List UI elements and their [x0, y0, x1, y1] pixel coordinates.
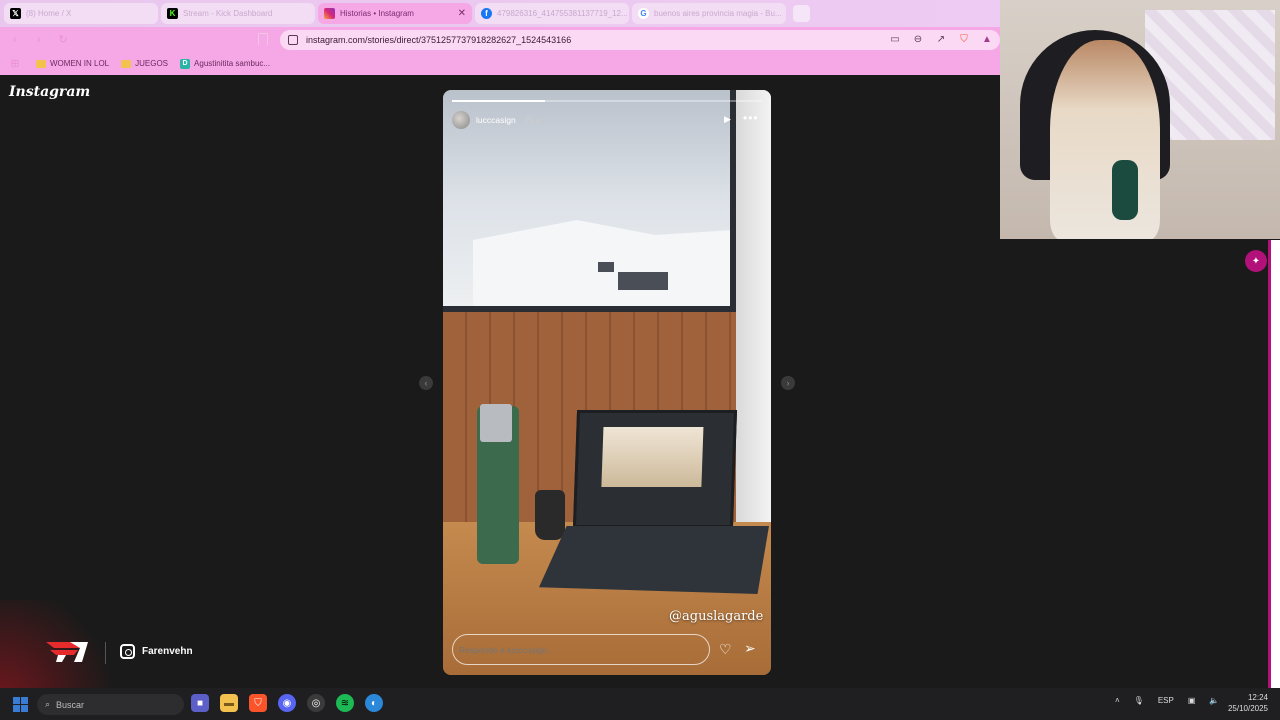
laptop-stream-view [601, 427, 704, 487]
tab-title: Stream - Kick Dashboard [183, 9, 273, 18]
clock-time: 12:24 [1247, 693, 1268, 702]
facebook-logo-icon: f [481, 8, 492, 19]
taskbar-search[interactable]: ⌕ Buscar [37, 694, 184, 715]
microphone [1112, 160, 1138, 220]
x-logo-icon: 𝕏 [10, 8, 21, 19]
obs-icon[interactable]: ◎ [307, 694, 325, 712]
avatar[interactable] [452, 111, 470, 129]
folder-icon [36, 59, 46, 68]
kick-logo-icon: K [167, 8, 178, 19]
tab-title: Historias • Instagram [340, 9, 414, 18]
edge-icon[interactable]: ◐ [365, 694, 383, 712]
instagram-handle-text: Farenvehn [142, 646, 193, 657]
files-icon[interactable]: ▬ [220, 694, 238, 712]
volume-icon[interactable]: 🔈 [1209, 696, 1219, 705]
teams-icon[interactable]: ■ [191, 694, 209, 712]
story-media[interactable]: @aguslagarde [443, 90, 771, 675]
play-icon[interactable]: ▶ [724, 114, 734, 124]
bookmark-agustinitita[interactable]: D Agustinitita sambuc... [180, 58, 271, 69]
bookmark-page-icon[interactable] [258, 33, 268, 45]
streamer [1050, 40, 1160, 239]
mate-cup [535, 490, 565, 540]
brave-shield-icon[interactable]: ⛉ [958, 33, 970, 45]
tab-bar: 𝕏 (8) Home / X K Stream - Kick Dashboard… [0, 0, 1000, 27]
story-mention[interactable]: @aguslagarde [669, 609, 763, 624]
screen: 𝕏 (8) Home / X K Stream - Kick Dashboard… [0, 0, 1280, 720]
chevron-up-icon[interactable]: ˄ [1115, 696, 1120, 705]
story-progress-fill [452, 100, 545, 102]
side-panel-button[interactable]: ✦ [1245, 250, 1267, 272]
reload-icon[interactable]: ↻ [54, 31, 72, 49]
tab-instagram[interactable]: Historias • Instagram ✕ [318, 3, 472, 24]
toolbar-actions: ▭ ⊖ ↗ ⛉ ▲ [889, 33, 993, 45]
network-icon[interactable]: ▣ [1188, 696, 1196, 705]
bookmark-label: JUEGOS [135, 59, 169, 68]
tab-title: 479826316_414755381137719_12... [497, 9, 628, 18]
discord-icon[interactable]: ◉ [278, 694, 296, 712]
brave-rewards-icon[interactable]: ▲ [981, 33, 993, 45]
zoom-icon[interactable]: ⊖ [912, 33, 924, 45]
laptop-screen [572, 410, 738, 528]
side-scrollbar-accent [1268, 240, 1271, 688]
laptop-keyboard [539, 526, 769, 594]
clock-date: 25/10/2025 [1227, 704, 1268, 713]
tab-kick[interactable]: K Stream - Kick Dashboard [161, 3, 315, 24]
tab-title: (8) Home / X [26, 9, 72, 18]
bookmarks-bar: ⊞ WOMEN IN LOL JUEGOS D Agustinitita sam… [0, 52, 1000, 75]
story-progress-bar [452, 100, 762, 102]
folder-icon [121, 59, 132, 68]
story-username[interactable]: lucccasign [476, 115, 516, 125]
close-tab-icon[interactable]: ✕ [458, 8, 466, 19]
tab-facebook[interactable]: f 479826316_414755381137719_12... [475, 3, 629, 24]
microphone-icon[interactable]: 🎙 [1134, 696, 1144, 705]
tab-google[interactable]: G buenos aires provincia magia - Bu... [632, 3, 786, 24]
brand-divider [105, 642, 106, 664]
story-header[interactable]: lucccasign 45 s [452, 111, 540, 129]
taskbar-clock[interactable]: 12:24 25/10/2025 [1222, 692, 1268, 714]
google-logo-icon: G [638, 8, 649, 19]
system-tray: ˄ 🎙 ESP ▣ 🔈 [1115, 696, 1219, 705]
bookmark-women-in-lol[interactable]: WOMEN IN LOL [36, 59, 109, 68]
back-icon[interactable]: ‹ [6, 31, 24, 49]
d-site-icon: D [180, 58, 191, 69]
url-text: instagram.com/stories/direct/37512577379… [306, 35, 572, 45]
more-options-icon[interactable]: ••• [743, 111, 759, 125]
language-indicator[interactable]: ESP [1158, 696, 1174, 705]
farenvehn-logo [46, 642, 88, 662]
send-icon[interactable]: ➢ [744, 640, 756, 657]
tab-title: buenos aires provincia magia - Bu... [654, 9, 782, 18]
apps-grid-icon[interactable]: ⊞ [6, 55, 24, 73]
new-tab-button[interactable] [793, 5, 810, 22]
spotify-icon[interactable]: ≋ [336, 694, 354, 712]
side-scrollbar[interactable] [1268, 240, 1280, 688]
webcam-overlay [1000, 0, 1280, 239]
bookmark-label: Agustinitita sambuc... [194, 59, 271, 68]
tab-x[interactable]: 𝕏 (8) Home / X [4, 3, 158, 24]
thermos-cap [480, 404, 512, 442]
instagram-icon [120, 644, 135, 659]
site-info-icon[interactable] [288, 35, 298, 45]
previous-story-button[interactable]: ‹ [419, 376, 433, 390]
bookmark-label: WOMEN IN LOL [50, 59, 110, 68]
reply-input[interactable] [452, 634, 710, 665]
next-story-button[interactable]: › [781, 376, 795, 390]
instagram-logo-icon [324, 8, 335, 19]
instagram-logo[interactable]: Instagram [9, 84, 90, 100]
instagram-handle: Farenvehn [120, 644, 193, 659]
cast-icon[interactable]: ▭ [889, 33, 901, 45]
story-timestamp: 45 s [523, 115, 540, 125]
taskbar-apps: ■ ▬ ⛉ ◉ ◎ ≋ ◐ [191, 694, 383, 712]
search-icon: ⌕ [45, 699, 51, 709]
like-heart-icon[interactable]: ♡ [719, 641, 732, 658]
windows-start-icon[interactable] [13, 697, 28, 712]
taskbar-search-label: Buscar [56, 699, 85, 710]
forward-icon[interactable]: › [30, 31, 48, 49]
brave-icon[interactable]: ⛉ [249, 694, 267, 712]
share-icon[interactable]: ↗ [935, 33, 947, 45]
bookmark-juegos[interactable]: JUEGOS [121, 59, 168, 68]
